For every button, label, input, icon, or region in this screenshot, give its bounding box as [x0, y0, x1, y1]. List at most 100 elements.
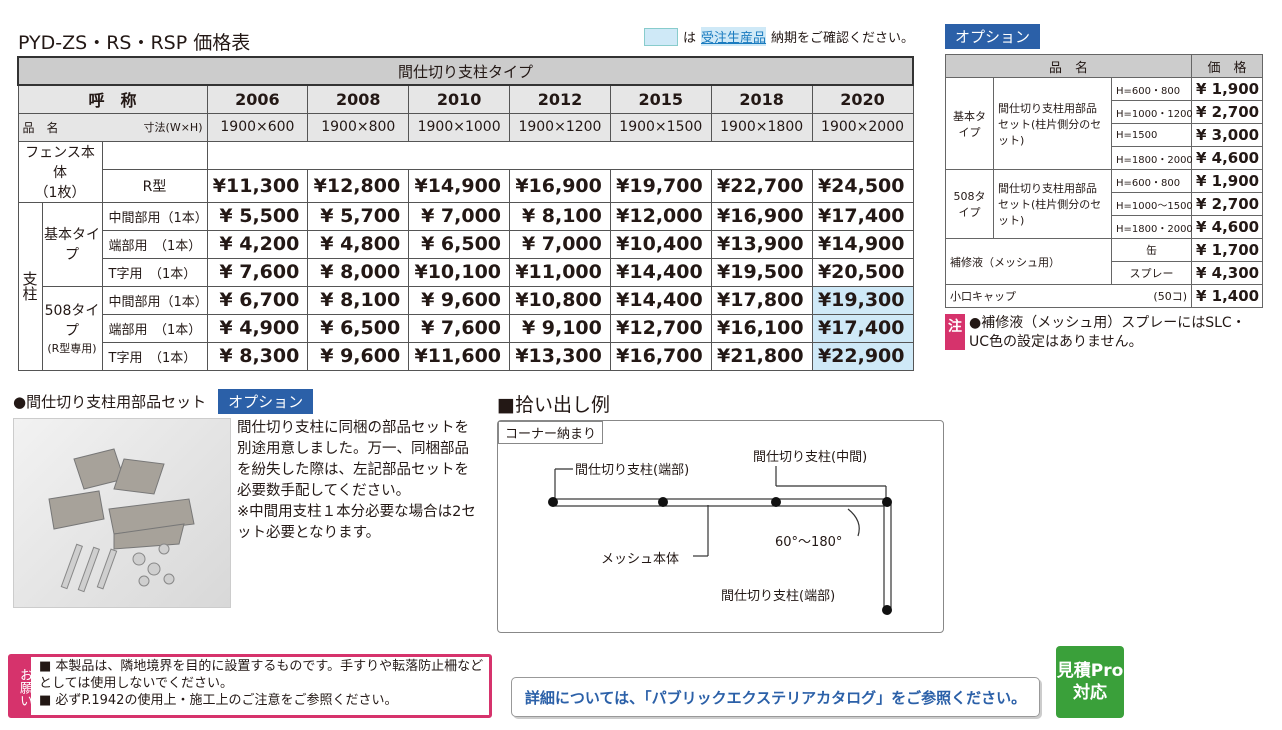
- opt-h: H=1000・1200: [1110, 100, 1193, 124]
- price-cell: ¥17,400: [811, 313, 914, 343]
- opt-508: 508タイプ: [945, 169, 994, 239]
- opt-can-price: ¥ 1,700: [1191, 238, 1264, 262]
- fence-count: （1枚）: [34, 184, 86, 201]
- size-cell: 1900×1500: [609, 112, 712, 142]
- price-cell: ¥ 9,600: [307, 341, 410, 371]
- opt-h-name: 品 名: [944, 54, 1193, 78]
- opt-p: ¥ 1,900: [1191, 77, 1264, 101]
- row-label: 端部用 （1本）: [101, 229, 208, 259]
- price-cell: ¥ 7,000: [408, 201, 511, 231]
- pickup-diagram: コーナー納まり 間仕切り支柱(端部) 間仕切り支柱(中間) 60°～180° メ…: [497, 420, 944, 633]
- opt-p: ¥ 2,700: [1191, 192, 1264, 216]
- opt-cap-price: ¥ 1,400: [1191, 284, 1264, 308]
- price-cell: ¥ 6,700: [206, 285, 309, 315]
- opt-touch: 補修液（メッシュ用）: [945, 238, 1112, 285]
- option-table: 品 名 価 格 基本タイプ 間仕切り支柱用部品セット(柱片側分のセット) H=6…: [944, 54, 1264, 308]
- row-label: 中間部用（1本）: [101, 285, 208, 315]
- group-header: 間仕切り支柱タイプ: [17, 56, 914, 86]
- price-cell: ¥14,900: [811, 229, 914, 259]
- opt-p: ¥ 3,000: [1191, 123, 1264, 147]
- size-cell: 1900×1200: [509, 112, 611, 142]
- pickup-title: ■拾い出し例: [497, 394, 610, 416]
- price-cell: ¥21,800: [710, 341, 813, 371]
- opt-cap-label: 小口キャップ: [950, 290, 1016, 303]
- fence-price: ¥19,700: [609, 168, 712, 203]
- page-title: PYD-ZS・RS・RSP 価格表: [18, 32, 251, 54]
- price-cell: ¥10,400: [609, 229, 712, 259]
- opt-h: H=1800・2000: [1110, 215, 1193, 239]
- type-name: 508タイプ: [44, 303, 100, 339]
- code-cell: 2010: [408, 84, 511, 114]
- price-cell: ¥ 5,500: [206, 201, 309, 231]
- price-cell: ¥13,300: [509, 341, 611, 371]
- legend-mid: は: [683, 31, 697, 46]
- type-note: (R型専用): [47, 342, 97, 355]
- fence-name: フェンス本体: [25, 144, 95, 181]
- parts-badge: オプション: [218, 389, 314, 414]
- fence-price: ¥24,500: [811, 168, 914, 203]
- price-table: 間仕切り支柱タイプ 呼 称 2006 2008 2010 2012 2015 2…: [17, 56, 914, 371]
- label-mesh: メッシュ本体: [601, 552, 680, 567]
- opt-h: H=600・800: [1110, 169, 1193, 193]
- code-cell: 2008: [307, 84, 410, 114]
- yobi-header: 呼 称: [17, 84, 208, 114]
- price-cell: ¥19,300: [811, 285, 914, 315]
- fence-price: ¥22,700: [710, 168, 813, 203]
- hinmei-sunpo-cell: 品 名 寸法(W×H): [17, 112, 208, 142]
- pro-l2: 対応: [1073, 683, 1107, 703]
- price-cell: ¥16,700: [609, 341, 712, 371]
- mitsumori-pro-badge: 見積Pro 対応: [1056, 646, 1124, 718]
- fence-price: ¥16,900: [509, 168, 611, 203]
- opt-h: H=600・800: [1110, 77, 1193, 101]
- row-label: 中間部用（1本）: [101, 201, 208, 231]
- fence-price: ¥14,900: [408, 168, 511, 203]
- opt-can: 缶: [1110, 238, 1193, 262]
- parts-header: ●間仕切り支柱用部品セット オプション: [13, 389, 314, 414]
- label-angle: 60°～180°: [775, 535, 843, 550]
- price-cell: ¥ 7,600: [408, 313, 511, 343]
- parts-desc: 間仕切り支柱に同梱の部品セットを別途用意しました。万一、同梱部品を紛失した際は、…: [237, 418, 477, 544]
- price-cell: ¥13,900: [710, 229, 813, 259]
- price-cell: ¥22,900: [811, 341, 914, 371]
- opt-spray: スプレー: [1110, 261, 1193, 285]
- opt-spray-price: ¥ 4,300: [1191, 261, 1264, 285]
- onegai-line2: ■ 必ずP.1942の使用上・施工上のご注意をご参照ください。: [39, 693, 398, 708]
- opt-h-price: 価 格: [1191, 54, 1264, 78]
- code-cell: 2006: [206, 84, 309, 114]
- fence-label: フェンス本体 （1枚）: [17, 140, 103, 203]
- price-cell: ¥ 4,200: [206, 229, 309, 259]
- note-box: 注 ●補修液（メッシュ用）スプレーにはSLC・UC色の設定はありません。: [945, 314, 1265, 352]
- legend-highlight: 受注生産品: [701, 27, 767, 46]
- size-cell: 1900×1000: [408, 112, 511, 142]
- onegai-box: お願い ■ 本製品は、隣地境界を目的に設置するものです。手すりや転落防止柵などと…: [8, 654, 492, 718]
- opt-cap: 小口キャップ (50コ): [944, 284, 1193, 308]
- label-mid: 間仕切り支柱(中間): [753, 450, 868, 465]
- price-cell: ¥11,600: [408, 341, 511, 371]
- opt-p: ¥ 1,900: [1191, 169, 1264, 193]
- price-cell: ¥12,000: [609, 201, 712, 231]
- kihon-type: 基本タイプ: [41, 201, 103, 287]
- size-cell: 1900×2000: [811, 112, 914, 142]
- blank-cell: [101, 140, 208, 170]
- onegai-text: ■ 本製品は、隣地境界を目的に設置するものです。手すりや転落防止柵などとしては使…: [39, 658, 489, 709]
- code-cell: 2012: [509, 84, 611, 114]
- legend: は 受注生産品 納期をご確認ください。: [644, 27, 914, 46]
- size-cell: 1900×1800: [710, 112, 813, 142]
- price-cell: ¥ 4,900: [206, 313, 309, 343]
- price-cell: ¥10,100: [408, 257, 511, 287]
- price-cell: ¥ 5,700: [307, 201, 410, 231]
- parts-title: ●間仕切り支柱用部品セット: [13, 393, 207, 411]
- price-cell: ¥ 6,500: [307, 313, 410, 343]
- price-cell: ¥11,000: [509, 257, 611, 287]
- price-cell: ¥ 7,600: [206, 257, 309, 287]
- table-row: 支柱 基本タイプ 中間部用（1本） ¥ 5,500 ¥ 5,700 ¥ 7,000 ¥ 8,…: [17, 201, 914, 371]
- note-mark: 注: [945, 314, 965, 350]
- opt-h: H=1000～1500: [1110, 192, 1193, 216]
- detail-box: 詳細については、「パブリックエクステリアカタログ」をご参照ください。: [511, 677, 1040, 717]
- price-cell: ¥ 8,000: [307, 257, 410, 287]
- fence-price: ¥11,300: [206, 168, 309, 203]
- size-cell: 1900×800: [307, 112, 410, 142]
- blue-swatch: [644, 27, 678, 46]
- opt-h: H=1500: [1110, 123, 1193, 147]
- price-cell: ¥14,400: [609, 257, 712, 287]
